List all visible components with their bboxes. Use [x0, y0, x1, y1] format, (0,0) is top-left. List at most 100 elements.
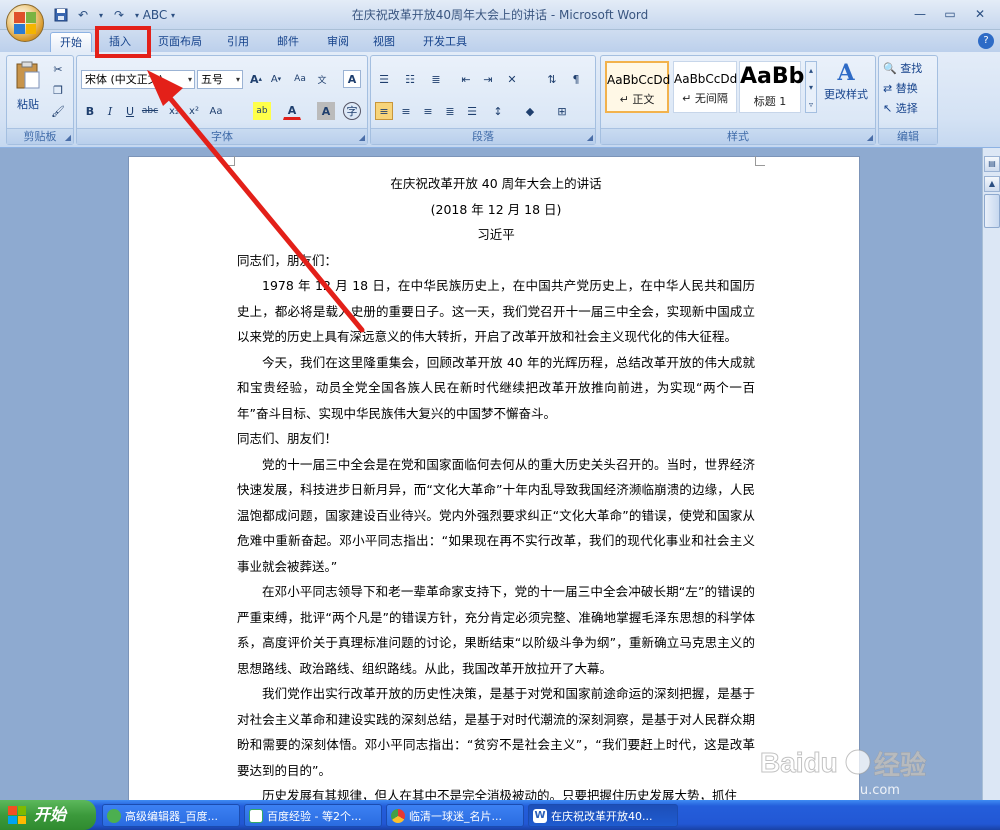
borders-icon[interactable]: ⊞ — [553, 102, 571, 120]
character-shading-icon[interactable]: A — [317, 102, 335, 120]
enclose-characters-icon[interactable]: 字 — [343, 102, 361, 120]
strikethrough-icon[interactable]: abc — [141, 102, 159, 120]
font-size-combo[interactable]: 五号 ▾ — [197, 70, 243, 89]
customize-qat-icon[interactable]: ▾ — [168, 6, 178, 24]
change-case-icon[interactable]: Aa — [207, 102, 225, 120]
taskbar-item[interactable]: 高级编辑器_百度... — [102, 804, 240, 827]
start-button[interactable]: 开始 — [0, 800, 96, 830]
tab-references[interactable]: 引用 — [220, 32, 256, 52]
taskbar-item-label: 高级编辑器_百度... — [125, 810, 218, 823]
undo-icon[interactable]: ↶ — [74, 6, 92, 24]
redo-icon[interactable]: ↷ — [110, 6, 128, 24]
undo-dropdown-icon[interactable]: ▾ — [96, 6, 106, 24]
start-label: 开始 — [34, 805, 67, 824]
font-name-combo[interactable]: 宋体 (中文正文) ▾ — [81, 70, 195, 89]
scrollbar-thumb[interactable] — [984, 194, 1000, 228]
salutation: 同志们、朋友们！ — [237, 431, 338, 446]
increase-indent-icon[interactable]: ⇥ — [479, 70, 497, 88]
styles-launcher-icon[interactable]: ◢ — [867, 133, 873, 142]
distributed-icon[interactable]: ☰ — [463, 102, 481, 120]
paragraph-launcher-icon[interactable]: ◢ — [587, 133, 593, 142]
style-heading-1[interactable]: AaBb 标题 1 — [739, 61, 804, 113]
align-left-icon[interactable]: ≡ — [375, 102, 393, 120]
shading-icon[interactable]: ◆ — [521, 102, 539, 120]
italic-icon[interactable]: I — [101, 102, 119, 120]
scroll-up-icon[interactable]: ▲ — [984, 176, 1000, 192]
justify-icon[interactable]: ≣ — [441, 102, 459, 120]
line-spacing-icon[interactable]: ↕ — [489, 102, 507, 120]
decrease-indent-icon[interactable]: ⇤ — [457, 70, 475, 88]
tab-page-layout[interactable]: 页面布局 — [150, 32, 210, 52]
select-button[interactable]: ↖ 选择 — [883, 100, 918, 116]
tab-view[interactable]: 视图 — [366, 32, 402, 52]
bold-icon[interactable]: B — [81, 102, 99, 120]
font-group: 宋体 (中文正文) ▾ 五号 ▾ A ▴ A ▾ Aa 文 A B I U abc x₂… — [76, 55, 368, 145]
font-launcher-icon[interactable]: ◢ — [359, 133, 365, 142]
redo-dropdown-icon[interactable]: ▾ — [132, 6, 142, 24]
underline-icon[interactable]: U — [121, 102, 139, 120]
change-styles-button[interactable]: A 更改样式 — [823, 60, 869, 120]
baidu-watermark: Baidu 经验 jingyan.baidu.com — [760, 742, 980, 799]
paragraph-4: 在邓小平同志领导下和老一辈革命家支持下，党的十一届三中全会冲破长期“左”的错误的… — [237, 584, 755, 676]
style-no-spacing[interactable]: AaBbCcDd ↵ 无间隔 — [673, 61, 737, 113]
taskbar-item-label: 百度经验 - 等2个... — [267, 810, 362, 823]
copy-icon[interactable]: ❐ — [49, 81, 67, 99]
font-color-icon[interactable]: A — [283, 102, 301, 120]
taskbar-item-active[interactable]: W 在庆祝改革开放40... — [528, 804, 678, 827]
ribbon: 粘贴 ✂ ❐ 🖌 剪贴板 ◢ 宋体 (中文正文) ▾ 五号 ▾ A ▴ A ▾ Aa 文… — [0, 52, 1000, 148]
tab-home[interactable]: 开始 — [50, 32, 92, 52]
save-icon[interactable] — [52, 6, 70, 24]
multilevel-list-icon[interactable]: ≣ — [427, 70, 445, 88]
subscript-icon[interactable]: x₂ — [165, 102, 183, 120]
clipboard-group-label: 剪贴板 — [7, 128, 73, 144]
find-button[interactable]: 🔍 查找 — [883, 60, 922, 76]
align-center-icon[interactable]: ≡ — [397, 102, 415, 120]
tab-mailings[interactable]: 邮件 — [270, 32, 306, 52]
document-date: (2018 年 12 月 18 日) — [430, 201, 562, 217]
maximize-button[interactable]: ▭ — [936, 4, 964, 24]
clipboard-launcher-icon[interactable]: ◢ — [65, 133, 71, 142]
paste-icon[interactable] — [13, 60, 43, 90]
vertical-scrollbar[interactable]: ▤ ▲ — [982, 148, 1000, 800]
editing-group-label: 编辑 — [879, 128, 937, 144]
spelling-icon[interactable]: ABC — [143, 6, 168, 24]
numbering-icon[interactable]: ☷ — [401, 70, 419, 88]
style-normal[interactable]: AaBbCcDd ↵ 正文 — [605, 61, 671, 113]
tab-developer[interactable]: 开发工具 — [416, 32, 474, 52]
superscript-icon[interactable]: x² — [185, 102, 203, 120]
show-marks-icon[interactable]: ¶ — [567, 70, 585, 88]
font-size-value: 五号 — [201, 73, 223, 86]
format-painter-icon[interactable]: 🖌 — [49, 102, 67, 120]
paste-button[interactable]: 粘贴 — [17, 96, 39, 112]
font-group-label: 字体 — [77, 128, 367, 144]
clear-formatting-icon[interactable]: Aa — [291, 70, 309, 88]
help-icon[interactable]: ? — [978, 33, 994, 49]
highlight-icon[interactable]: ab — [253, 102, 271, 120]
office-button[interactable] — [6, 4, 44, 42]
browser-icon — [107, 809, 121, 823]
style-normal-preview: AaBbCcDd — [607, 73, 671, 87]
taskbar-item[interactable]: 临清一球迷_名片... — [386, 804, 524, 827]
styles-scroll[interactable]: ▴ ▾ ▿ — [805, 61, 817, 113]
shrink-font-icon[interactable]: A ▾ — [267, 70, 285, 88]
close-button[interactable]: ✕ — [966, 4, 994, 24]
document-page[interactable]: 在庆祝改革开放 40 周年大会上的讲话 (2018 年 12 月 18 日) 习… — [128, 156, 860, 816]
phonetic-guide-icon[interactable]: 文 — [313, 70, 331, 88]
character-border-icon[interactable]: A — [343, 70, 361, 88]
grow-font-icon[interactable]: A ▴ — [247, 70, 265, 88]
bullets-icon[interactable]: ☰ — [375, 70, 393, 88]
document-body[interactable]: 在庆祝改革开放 40 周年大会上的讲话 (2018 年 12 月 18 日) 习… — [237, 171, 755, 809]
change-styles-icon: A — [837, 60, 855, 86]
document-title: 在庆祝改革开放 40 周年大会上的讲话 — [390, 176, 602, 191]
taskbar-item[interactable]: 百度经验 - 等2个... — [244, 804, 382, 827]
ruler-toggle-icon[interactable]: ▤ — [984, 156, 1000, 172]
chinese-layout-icon[interactable]: ✕ — [503, 70, 521, 88]
replace-button[interactable]: ⇄ 替换 — [883, 80, 918, 96]
tab-review[interactable]: 审阅 — [320, 32, 356, 52]
sort-icon[interactable]: ⇅ — [543, 70, 561, 88]
quick-access-toolbar: ↶ ▾ ↷ ▾ ABC ▾ — [52, 6, 178, 24]
style-normal-label: ↵ 正文 — [619, 93, 655, 106]
minimize-button[interactable]: — — [906, 4, 934, 24]
align-right-icon[interactable]: ≡ — [419, 102, 437, 120]
cut-icon[interactable]: ✂ — [49, 60, 67, 78]
